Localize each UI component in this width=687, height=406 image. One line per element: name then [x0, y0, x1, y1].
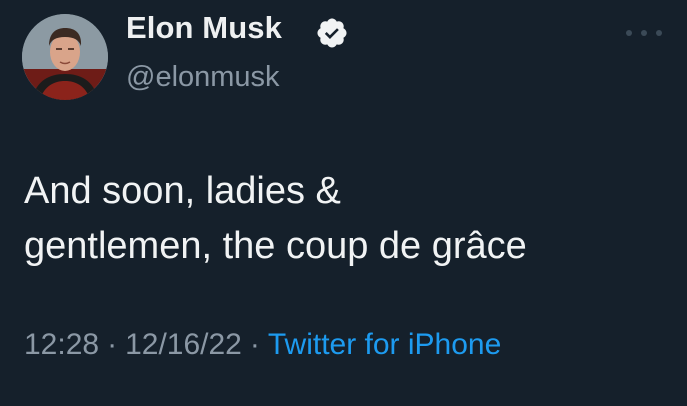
more-dot — [656, 30, 662, 36]
avatar-photo — [22, 14, 108, 100]
meta-separator: · — [249, 328, 260, 361]
avatar[interactable] — [22, 14, 108, 100]
tweet-card: Elon Musk @elonmusk And soon, ladies & g… — [0, 0, 687, 406]
tweet-meta: 12:28 · 12/16/22 · Twitter for iPhone — [24, 328, 501, 362]
tweet-source-link[interactable]: Twitter for iPhone — [268, 328, 501, 361]
tweet-date[interactable]: 12/16/22 — [125, 328, 242, 361]
tweet-text-line: And soon, ladies & — [24, 170, 341, 212]
display-name[interactable]: Elon Musk — [126, 10, 282, 46]
verified-badge-icon — [317, 18, 347, 48]
handle[interactable]: @elonmusk — [126, 61, 280, 94]
tweet-text: And soon, ladies & gentlemen, the coup d… — [24, 164, 674, 274]
tweet-time[interactable]: 12:28 — [24, 328, 99, 361]
more-horizontal-icon[interactable] — [626, 26, 662, 40]
more-dot — [641, 30, 647, 36]
meta-separator: · — [107, 328, 118, 361]
more-dot — [626, 30, 632, 36]
tweet-text-line: gentlemen, the coup de grâce — [24, 225, 527, 267]
